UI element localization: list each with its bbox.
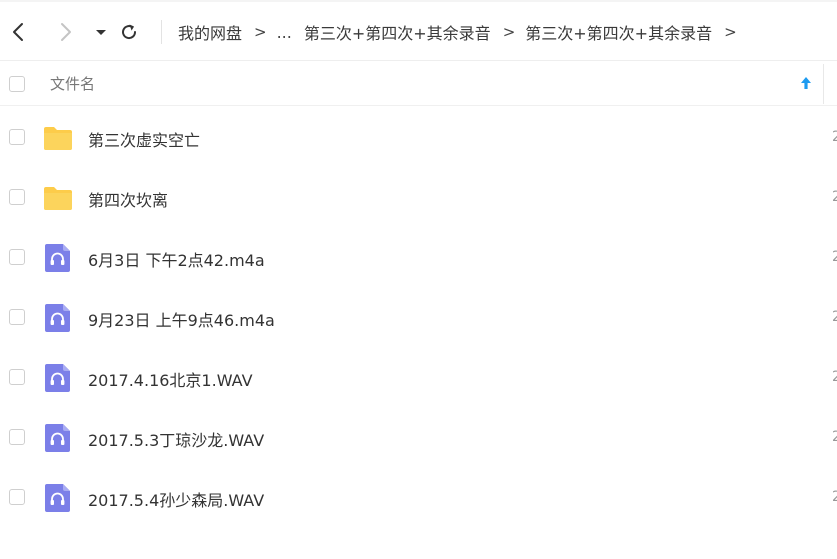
column-divider[interactable] [823, 64, 824, 104]
list-item[interactable]: 第四次坎离 2 [0, 168, 837, 228]
cut-off-column-value: 2 [832, 249, 837, 265]
refresh-icon [122, 24, 137, 40]
row-checkbox[interactable] [9, 129, 25, 145]
cut-off-column-value: 2 [832, 309, 837, 325]
history-dropdown-button[interactable] [89, 20, 113, 44]
row-checkbox[interactable] [9, 189, 25, 205]
row-checkbox[interactable] [9, 369, 25, 385]
breadcrumb-item-current[interactable]: 第三次+第四次+其余录音 [525, 20, 712, 44]
column-header-filename[interactable]: 文件名 [50, 73, 95, 94]
breadcrumb-separator: > [724, 23, 737, 41]
file-name[interactable]: 2017.4.16北京1.WAV [88, 367, 253, 391]
row-checkbox[interactable] [9, 309, 25, 325]
list-item[interactable]: 2017.5.4孙少森局.WAV 2 [0, 468, 837, 528]
chevron-left-icon [13, 23, 23, 41]
file-name[interactable]: 2017.5.4孙少森局.WAV [88, 487, 264, 511]
breadcrumb-item-root[interactable]: 我的网盘 [178, 20, 242, 44]
breadcrumb-item-parent[interactable]: 第三次+第四次+其余录音 [304, 20, 491, 44]
audio-file-icon [45, 424, 70, 452]
cut-off-column-value: 2 [832, 189, 837, 205]
forward-button[interactable] [53, 20, 77, 44]
file-name[interactable]: 第三次虚实空亡 [88, 127, 200, 151]
folder-icon [44, 187, 72, 210]
folder-icon [44, 127, 72, 150]
file-name[interactable]: 6月3日 下午2点42.m4a [88, 247, 265, 271]
list-header: 文件名 [0, 62, 837, 106]
audio-file-icon [45, 244, 70, 272]
top-divider [0, 0, 837, 2]
breadcrumb-ellipsis[interactable]: ... [277, 23, 292, 42]
audio-file-icon [45, 364, 70, 392]
row-checkbox[interactable] [9, 429, 25, 445]
file-name[interactable]: 9月23日 上午9点46.m4a [88, 307, 275, 331]
list-item[interactable]: 2017.5.3丁琼沙龙.WAV 2 [0, 408, 837, 468]
file-name[interactable]: 第四次坎离 [88, 187, 168, 211]
audio-file-icon [45, 304, 70, 332]
toolbar-separator [161, 20, 162, 44]
select-all-checkbox[interactable] [9, 76, 25, 92]
file-name[interactable]: 2017.5.3丁琼沙龙.WAV [88, 427, 264, 451]
row-checkbox[interactable] [9, 489, 25, 505]
cut-off-column-value: 2 [832, 129, 837, 145]
list-item[interactable]: 9月23日 上午9点46.m4a 2 [0, 288, 837, 348]
arrow-up-icon[interactable] [799, 74, 813, 92]
breadcrumb: 我的网盘 > ... 第三次+第四次+其余录音 > 第三次+第四次+其余录音 > [178, 20, 747, 44]
audio-file-icon [45, 484, 70, 512]
caret-down-icon [96, 30, 106, 35]
cut-off-column-value: 2 [832, 489, 837, 505]
toolbar: 我的网盘 > ... 第三次+第四次+其余录音 > 第三次+第四次+其余录音 > [0, 0, 837, 61]
cut-off-column-value: 2 [832, 369, 837, 385]
list-item[interactable]: 6月3日 下午2点42.m4a 2 [0, 228, 837, 288]
list-item[interactable]: 2017.4.16北京1.WAV 2 [0, 348, 837, 408]
chevron-right-icon [61, 23, 71, 41]
refresh-button[interactable] [117, 20, 141, 44]
row-checkbox[interactable] [9, 249, 25, 265]
list-item[interactable]: 第三次虚实空亡 2 [0, 108, 837, 168]
breadcrumb-separator: > [502, 23, 516, 41]
cut-off-column-value: 2 [832, 429, 837, 445]
breadcrumb-separator: > [254, 23, 267, 41]
back-button[interactable] [7, 20, 31, 44]
